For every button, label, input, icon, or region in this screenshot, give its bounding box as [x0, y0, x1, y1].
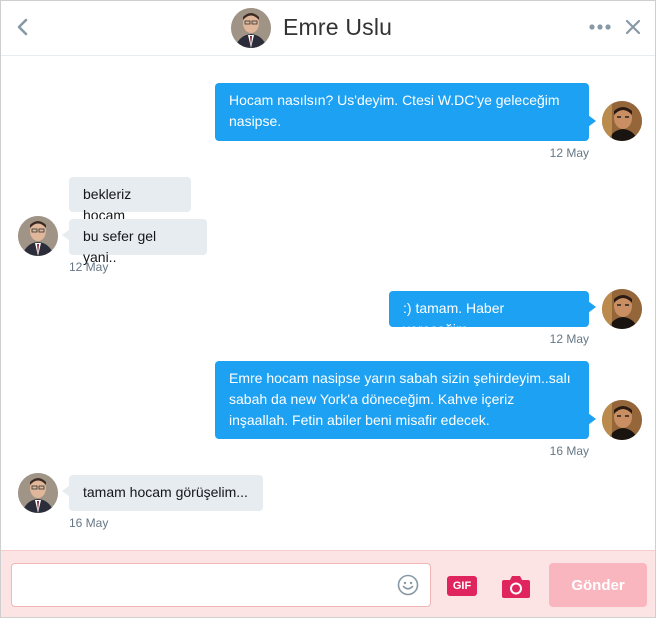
outgoing-message[interactable]: :) tamam. Haber vereceğim. — [389, 291, 596, 337]
message-line: sabah da new York'a döneceğim. Kahve içe… — [229, 391, 515, 407]
outgoing-message[interactable]: Emre hocam nasipse yarın sabah sizin şeh… — [215, 361, 596, 439]
emoji-icon[interactable] — [397, 574, 419, 596]
avatar-image — [602, 289, 642, 329]
incoming-message[interactable]: bu sefer gel yani.. — [62, 219, 207, 265]
camera-icon[interactable] — [501, 573, 531, 599]
my-avatar[interactable] — [602, 101, 642, 141]
message-line: Emre hocam nasipse yarın sabah sizin şeh… — [229, 370, 571, 386]
avatar-image — [18, 473, 58, 513]
dm-conversation-window: Emre Uslu Hocam nasılsın? Us'deyim. Ctes… — [0, 0, 656, 618]
more-options-button[interactable] — [588, 17, 612, 37]
message-line: Hocam nasılsın? Us'deyim. Ctesi W.DC'ye … — [229, 92, 560, 108]
message-line: inşaallah. Fetin abiler beni misafir ede… — [229, 412, 490, 428]
contact-avatar[interactable] — [18, 216, 58, 256]
outgoing-message[interactable]: Hocam nasılsın? Us'deyim. Ctesi W.DC'ye … — [215, 83, 596, 141]
my-avatar[interactable] — [602, 400, 642, 440]
send-button[interactable]: Gönder — [549, 563, 647, 607]
message-timestamp: 16 May — [69, 516, 109, 530]
message-line: tamam hocam görüşelim... — [83, 484, 248, 500]
more-horizontal-icon — [589, 24, 611, 30]
incoming-message[interactable]: bekleriz hocam — [69, 177, 191, 223]
contact-name: Emre Uslu — [283, 14, 393, 40]
contact-avatar[interactable] — [231, 8, 271, 48]
avatar-image — [602, 400, 642, 440]
close-button[interactable] — [623, 16, 643, 38]
message-timestamp: 12 May — [549, 332, 589, 346]
message-timestamp: 12 May — [549, 146, 589, 160]
message-timestamp: 16 May — [549, 444, 589, 458]
incoming-message[interactable]: tamam hocam görüşelim... — [62, 475, 263, 511]
my-avatar[interactable] — [602, 289, 642, 329]
message-line: nasipse. — [229, 113, 282, 129]
gif-button[interactable]: GIF — [447, 576, 477, 596]
gif-label: GIF — [452, 580, 472, 592]
avatar-image — [18, 216, 58, 256]
message-timestamp: 12 May — [69, 260, 109, 274]
conversation-header: Emre Uslu — [1, 1, 655, 56]
message-input[interactable] — [11, 563, 431, 607]
close-icon — [626, 20, 640, 34]
chevron-left-icon — [17, 18, 28, 36]
avatar-image — [602, 101, 642, 141]
back-button[interactable] — [11, 15, 33, 39]
avatar-image — [231, 8, 271, 48]
contact-avatar[interactable] — [18, 473, 58, 513]
message-list: Hocam nasılsın? Us'deyim. Ctesi W.DC'ye … — [1, 57, 655, 550]
